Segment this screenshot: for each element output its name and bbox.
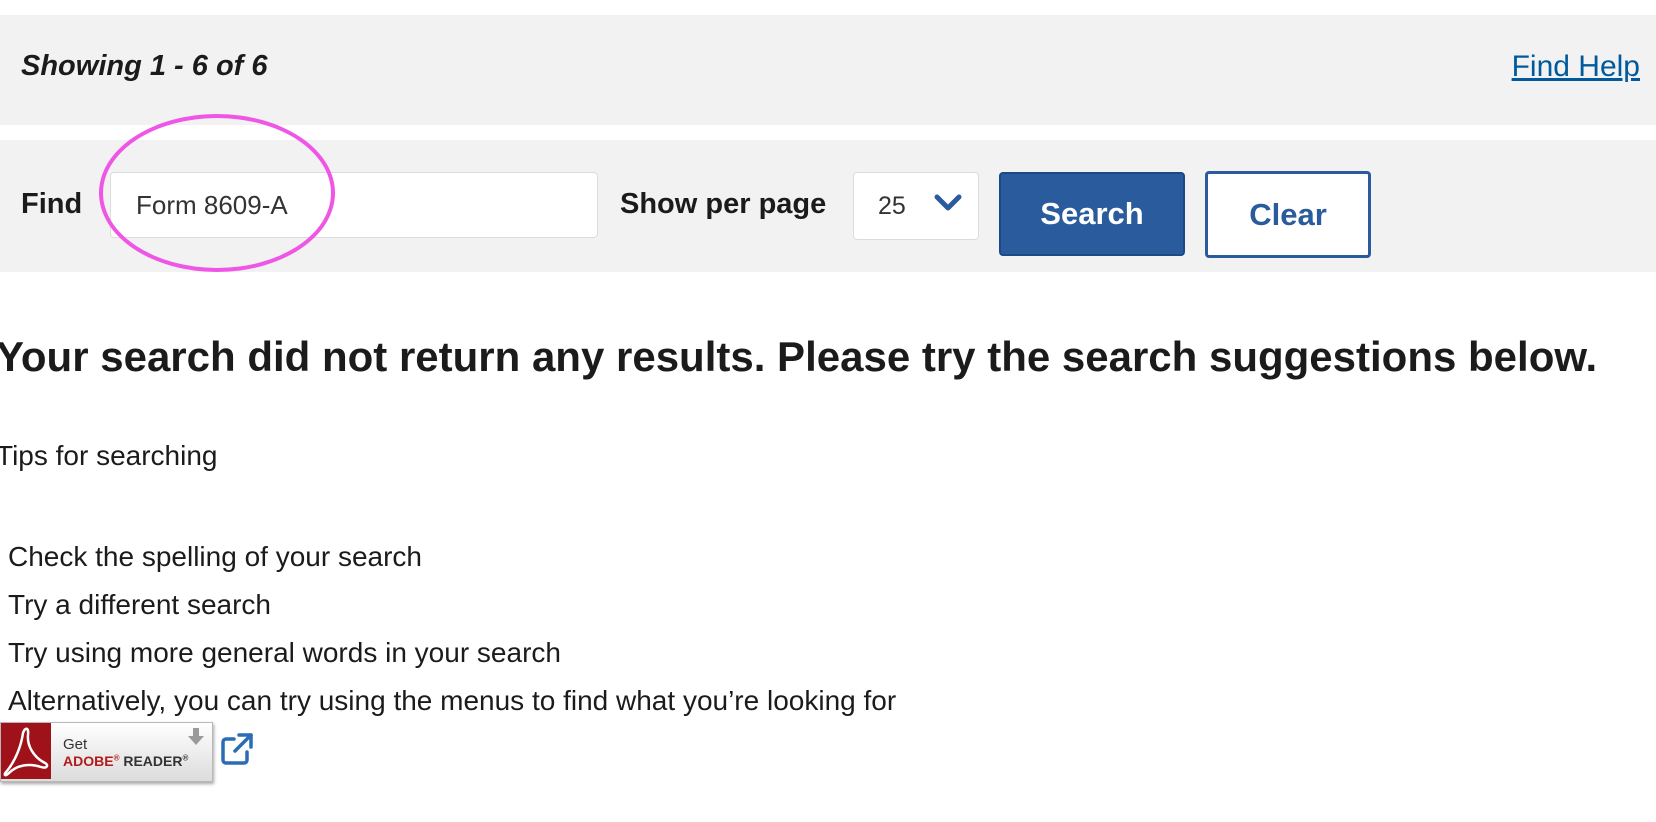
tip-item: Alternatively, you can try using the men… [8,685,897,716]
tip-item: Check the spelling of your search [8,541,422,572]
search-button[interactable]: Search [999,172,1185,256]
no-results-heading: Your search did not return any results. … [0,333,1598,381]
find-label: Find [21,188,83,220]
per-page-select[interactable]: 25 [853,172,979,240]
adobe-brand: ADOBE [63,753,114,769]
external-link-icon[interactable] [220,732,254,766]
adobe-get-text: Get [63,736,88,753]
adobe-product: READER [123,753,183,769]
results-count: Showing 1 - 6 of 6 [21,50,268,82]
tips-list: Check the spelling of your search Try a … [8,533,896,725]
tip-item: Try a different search [8,589,272,620]
adobe-reader-text: ADOBE® READER® [63,753,189,769]
chevron-down-icon [934,194,962,211]
tip-item: Try using more general words in your sea… [8,637,561,668]
per-page-label: Show per page [620,188,827,220]
get-adobe-reader-badge[interactable]: Get ADOBE® READER® [0,722,213,782]
tips-heading: Tips for searching [0,440,218,471]
find-help-link[interactable]: Find Help [1512,50,1640,84]
adobe-pdf-icon [1,723,51,779]
download-arrow-icon [188,728,204,745]
clear-button[interactable]: Clear [1205,171,1371,258]
per-page-value: 25 [878,192,906,220]
find-input[interactable] [110,172,598,238]
